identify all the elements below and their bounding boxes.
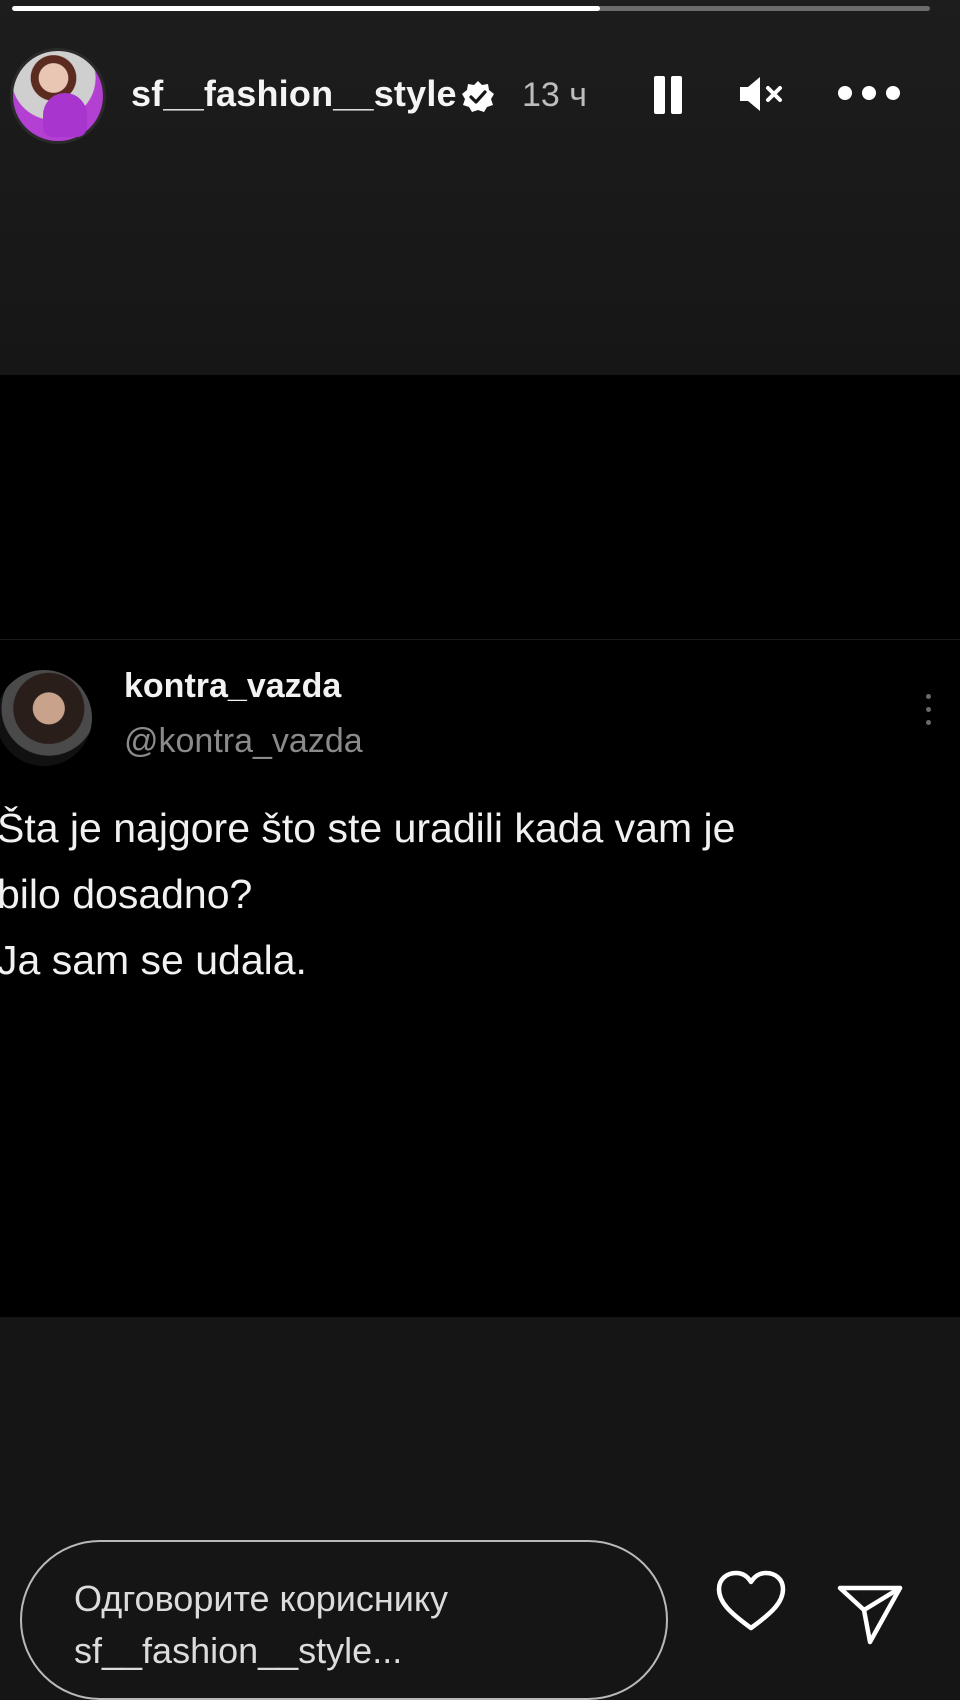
- tweet-line: bilo dosadno?: [0, 871, 253, 917]
- reply-placeholder: Одговорите кориснику sf__fashion__style.…: [74, 1578, 449, 1671]
- speaker-muted-icon[interactable]: [738, 72, 790, 116]
- tweet-handle: @kontra_vazda: [124, 722, 363, 760]
- tweet-line: Ja sam se udala.: [0, 937, 307, 983]
- heart-icon[interactable]: [715, 1570, 787, 1634]
- tweet-divider: [0, 639, 960, 640]
- pause-button[interactable]: [650, 72, 686, 116]
- tweet-display-name: kontra_vazda: [124, 667, 342, 705]
- story-progress-fill: [12, 6, 600, 11]
- story-viewer: sf__fashion__style 13 ч kontra_vazda @ko…: [0, 0, 960, 1700]
- tweet-text: Šta je najgore što ste uradili kada vam …: [0, 795, 957, 993]
- tweet-more-vertical-icon: [920, 690, 936, 730]
- pause-icon: [654, 76, 665, 114]
- more-horizontal-icon[interactable]: [836, 78, 902, 108]
- story-author-username[interactable]: sf__fashion__style: [131, 73, 457, 115]
- verified-badge-icon: [462, 81, 494, 112]
- tweet-line: Šta je najgore što ste uradili kada vam …: [0, 805, 736, 851]
- avatar-figure: [43, 93, 87, 137]
- send-icon[interactable]: [836, 1580, 904, 1648]
- avatar[interactable]: [10, 48, 106, 144]
- story-progress-bar: [12, 6, 930, 11]
- story-timestamp: 13 ч: [522, 76, 587, 114]
- tweet-avatar: [0, 670, 92, 766]
- story-header: sf__fashion__style 13 ч: [0, 40, 960, 150]
